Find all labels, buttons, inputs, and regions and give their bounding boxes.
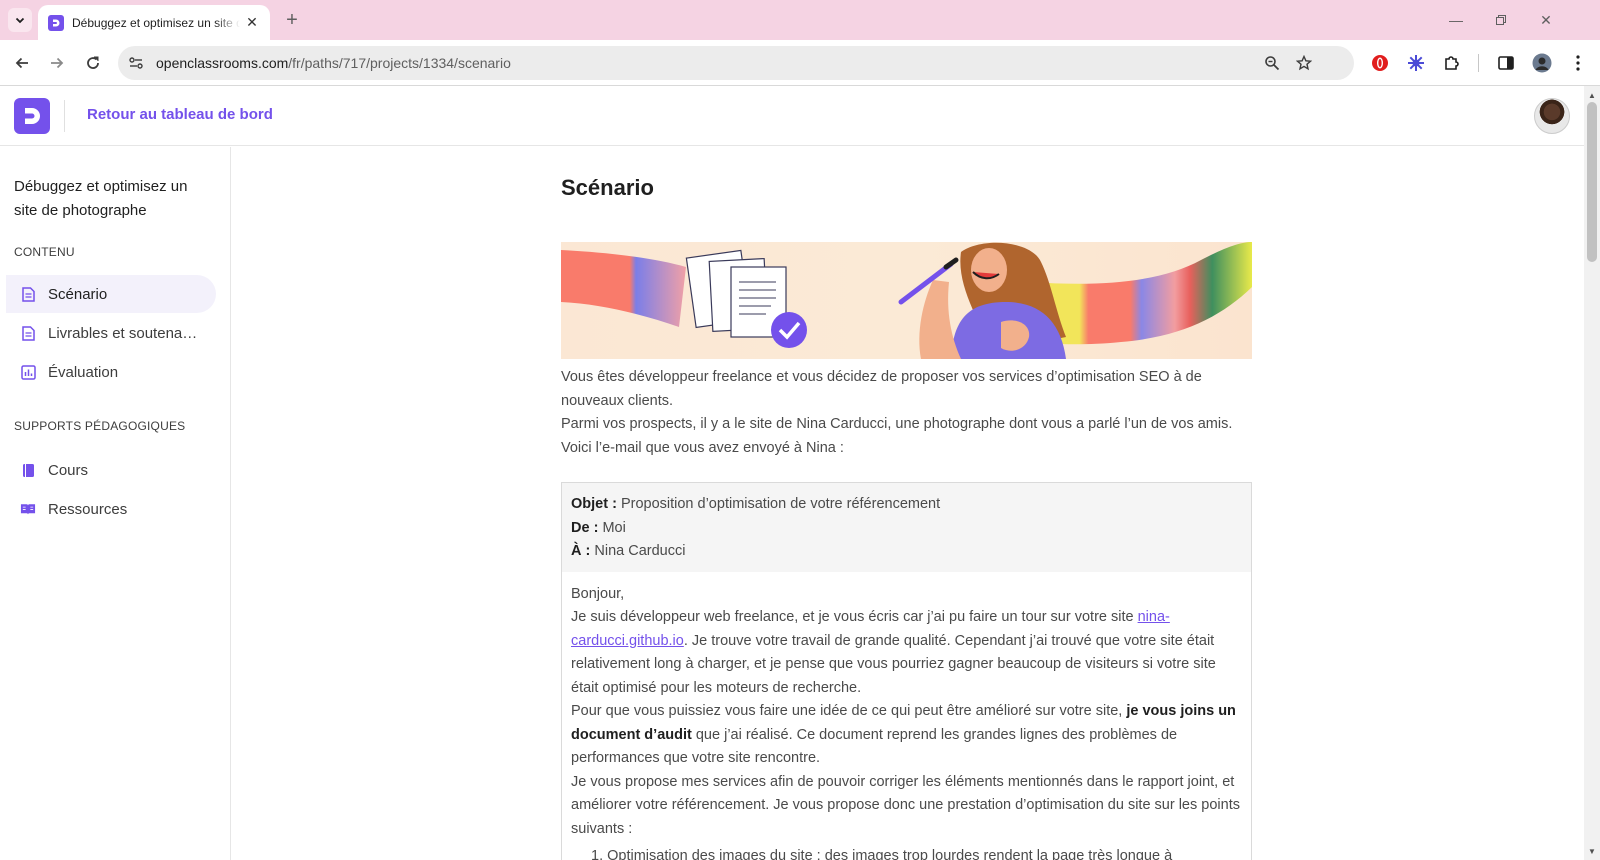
openclassrooms-favicon-icon bbox=[48, 14, 64, 31]
new-tab-button[interactable]: + bbox=[280, 8, 304, 32]
intro-text: Vous êtes développeur freelance et vous … bbox=[561, 366, 1241, 460]
sidebar-item-label: Livrables et soutenance bbox=[48, 324, 198, 342]
chevron-down-icon bbox=[15, 17, 25, 24]
page-scrollbar[interactable]: ▲ ▼ bbox=[1584, 86, 1600, 860]
chart-icon bbox=[20, 364, 36, 380]
minimize-window-icon[interactable]: — bbox=[1444, 8, 1468, 32]
bookmark-star-icon[interactable] bbox=[1294, 53, 1314, 73]
browser-tab-active[interactable]: Débuggez et optimisez un site de photogr… bbox=[38, 5, 270, 40]
scroll-up-arrow-icon[interactable]: ▲ bbox=[1584, 88, 1600, 102]
email-to-row: À : Nina Carducci bbox=[571, 543, 686, 559]
sidebar: Débuggez et optimisez un site de photogr… bbox=[0, 147, 231, 860]
email-header: Objet : Proposition d’optimisation de vo… bbox=[562, 483, 1251, 572]
profile-avatar-icon[interactable] bbox=[1530, 51, 1554, 75]
sidebar-item-scenario[interactable]: Scénario bbox=[6, 275, 216, 313]
email-from-row: De : Moi bbox=[571, 519, 626, 536]
sidebar-item-label: Scénario bbox=[48, 285, 108, 303]
open-book-icon bbox=[20, 501, 36, 517]
browser-toolbar: openclassrooms.com/fr/paths/717/projects… bbox=[0, 40, 1600, 86]
sidebar-item-label: Ressources bbox=[48, 500, 128, 518]
sidebar-item-label: Évaluation bbox=[48, 363, 119, 381]
tab-search-button[interactable] bbox=[8, 8, 32, 32]
address-bar[interactable]: openclassrooms.com/fr/paths/717/projects… bbox=[118, 46, 1354, 80]
site-header: Retour au tableau de bord bbox=[0, 86, 1584, 146]
browser-tab-bar: Débuggez et optimisez un site de photogr… bbox=[0, 0, 1600, 40]
openclassrooms-logo[interactable] bbox=[14, 98, 50, 134]
back-to-dashboard-link[interactable]: Retour au tableau de bord bbox=[87, 106, 273, 123]
sidebar-item-ressources[interactable]: Ressources bbox=[6, 490, 216, 528]
sidebar-item-evaluation[interactable]: Évaluation bbox=[6, 353, 216, 391]
email-greeting: Bonjour, bbox=[571, 585, 625, 602]
email-paragraph: Je vous propose mes services afin de pou… bbox=[571, 773, 1240, 837]
tab-title: Débuggez et optimisez un site de photogr… bbox=[72, 15, 240, 30]
header-divider bbox=[64, 100, 65, 132]
site-settings-icon[interactable] bbox=[126, 53, 146, 73]
scenario-banner-illustration bbox=[561, 242, 1252, 359]
browser-menu-icon[interactable] bbox=[1566, 51, 1590, 75]
support-section-label: SUPPORTS PÉDAGOGIQUES bbox=[14, 419, 186, 433]
page-title: Scénario bbox=[561, 175, 654, 200]
email-subject-row: Objet : Proposition d’optimisation de vo… bbox=[571, 496, 941, 512]
user-avatar[interactable] bbox=[1534, 98, 1570, 134]
reload-icon[interactable] bbox=[81, 51, 105, 75]
scrollbar-thumb[interactable] bbox=[1587, 102, 1597, 262]
content-section-label: CONTENU bbox=[14, 245, 75, 259]
email-body: Bonjour, Je suis développeur web freelan… bbox=[562, 572, 1251, 860]
close-window-icon[interactable]: ✕ bbox=[1534, 8, 1558, 32]
document-icon bbox=[20, 286, 36, 302]
email-card: Objet : Proposition d’optimisation de vo… bbox=[561, 482, 1252, 860]
main-content: Scénario Vous êtes développeur freelance… bbox=[232, 147, 1584, 860]
restore-window-icon[interactable] bbox=[1489, 8, 1513, 32]
extensions-puzzle-icon[interactable] bbox=[1440, 51, 1464, 75]
url-text: openclassrooms.com/fr/paths/717/projects… bbox=[156, 55, 511, 71]
back-arrow-icon[interactable] bbox=[10, 51, 34, 75]
intro-paragraph: Parmi vos prospects, il y a le site de N… bbox=[561, 416, 1233, 456]
document-icon bbox=[20, 325, 36, 341]
course-title: Débuggez et optimisez un site de photogr… bbox=[14, 178, 188, 219]
email-paragraph: Je suis développeur web freelance, et je… bbox=[571, 609, 1216, 696]
email-list-item: 1. Optimisation des images du site : des… bbox=[591, 848, 1173, 860]
email-paragraph: Pour que vous puissiez vous faire une id… bbox=[571, 703, 1236, 766]
sidebar-item-label: Cours bbox=[48, 461, 89, 479]
sparkle-extension-icon[interactable] bbox=[1404, 51, 1428, 75]
sidebar-item-cours[interactable]: Cours bbox=[6, 451, 216, 489]
toolbar-separator bbox=[1478, 54, 1479, 72]
book-icon bbox=[20, 462, 36, 478]
sidebar-item-livrables[interactable]: Livrables et soutenance bbox=[6, 314, 216, 352]
zoom-icon[interactable] bbox=[1262, 53, 1282, 73]
intro-paragraph: Vous êtes développeur freelance et vous … bbox=[561, 369, 1202, 409]
side-panel-icon[interactable] bbox=[1494, 51, 1518, 75]
close-tab-icon[interactable]: ✕ bbox=[244, 14, 260, 31]
scroll-down-arrow-icon[interactable]: ▼ bbox=[1584, 844, 1600, 858]
forward-arrow-icon[interactable] bbox=[45, 51, 69, 75]
opera-extension-icon[interactable] bbox=[1368, 51, 1392, 75]
